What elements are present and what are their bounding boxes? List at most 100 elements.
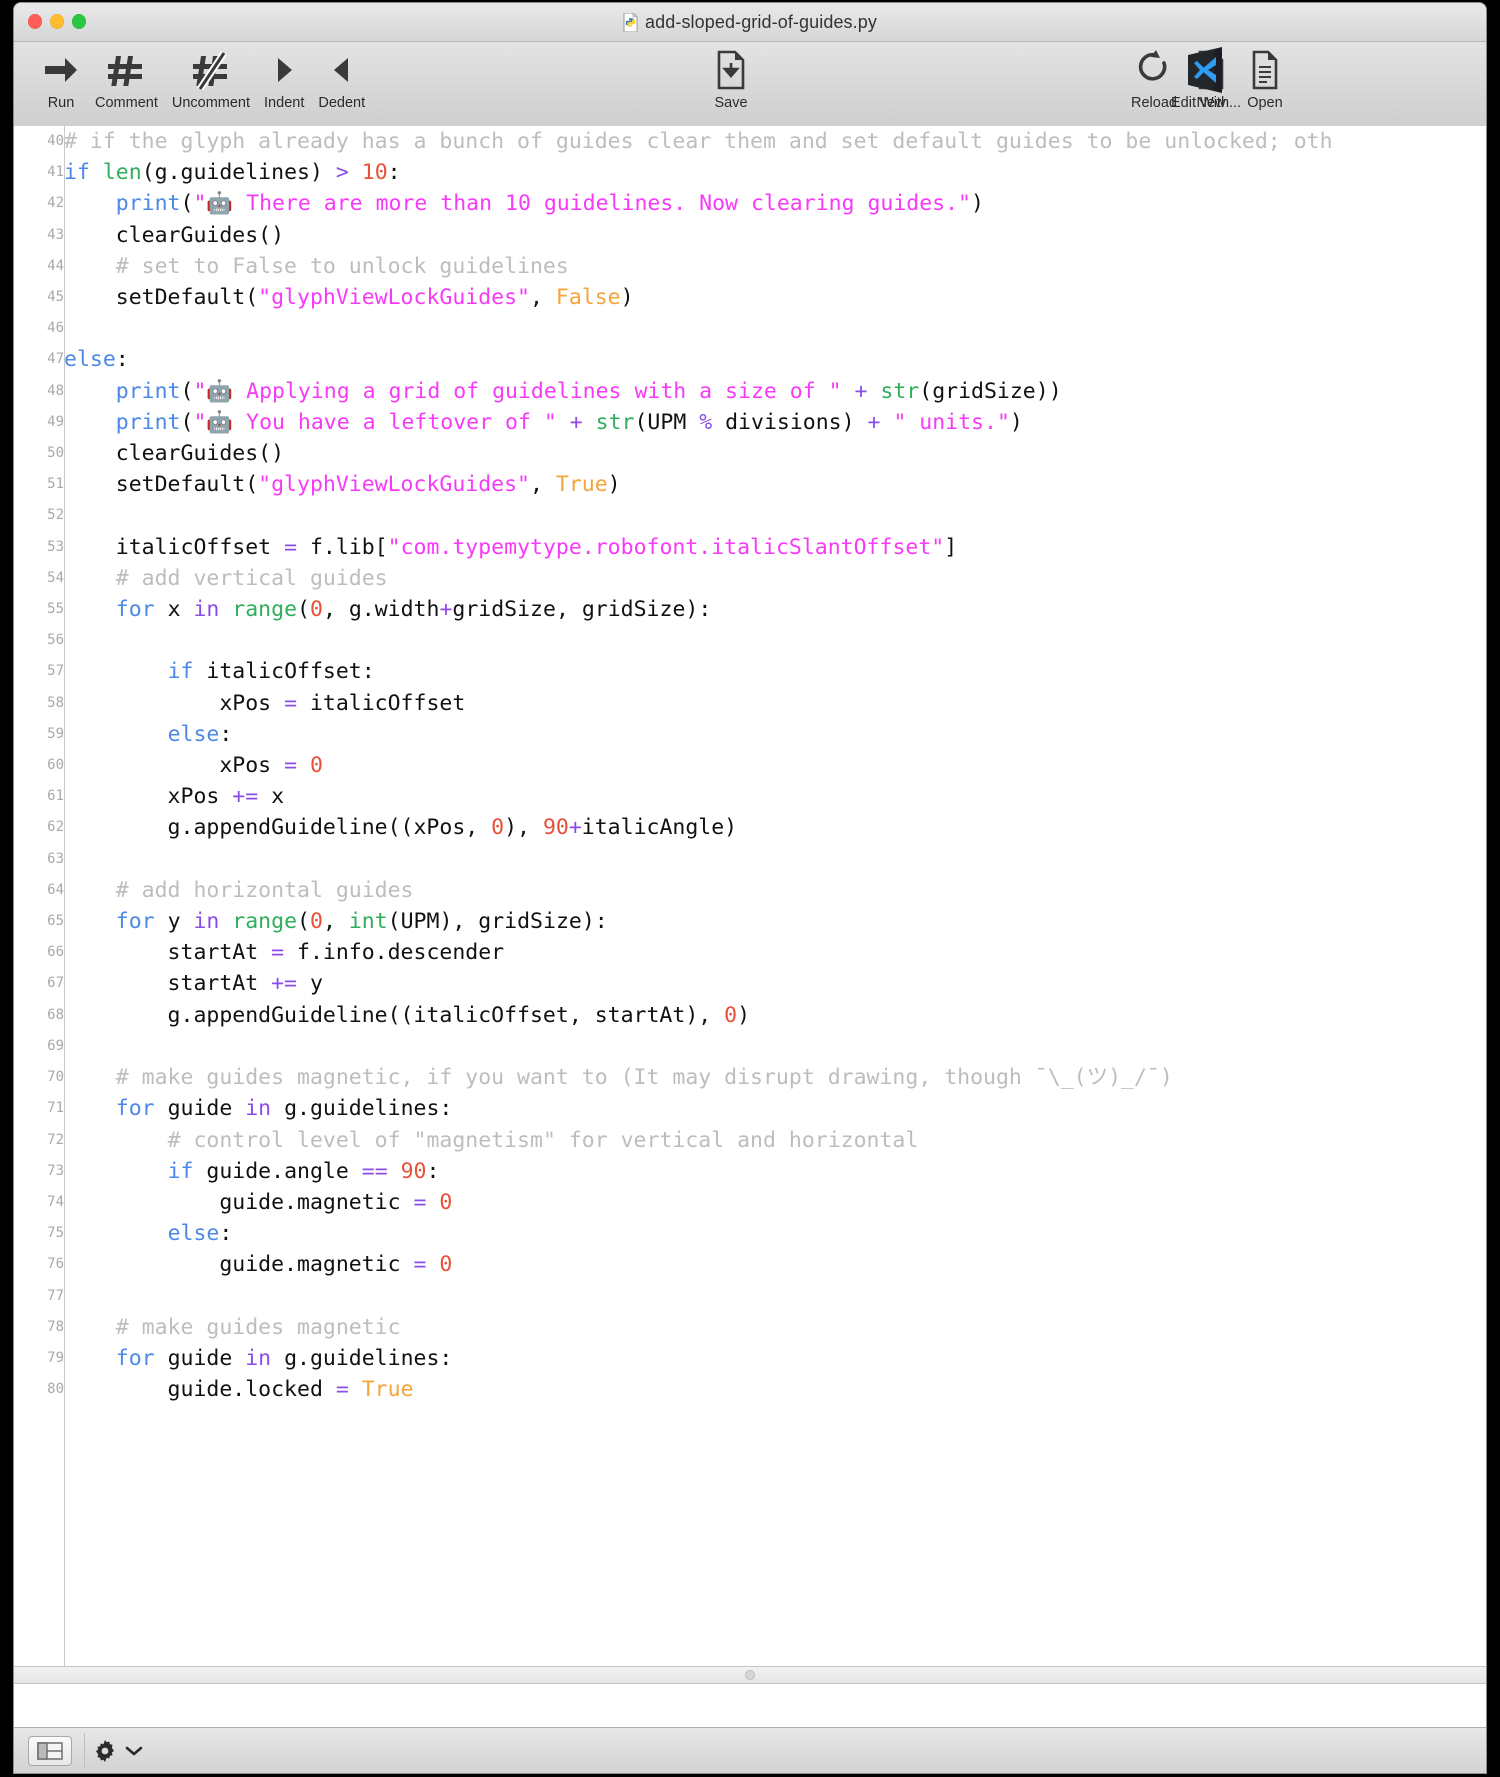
line-source[interactable]: xPos = 0 (64, 750, 1333, 781)
code-line[interactable]: 75 else: (14, 1218, 1333, 1249)
line-number: 40 (47, 133, 64, 149)
line-source[interactable]: # add vertical guides (64, 563, 1333, 594)
line-source[interactable]: else: (64, 344, 1333, 375)
line-source[interactable]: clearGuides() (64, 438, 1333, 469)
code-line[interactable]: 77 (14, 1281, 1333, 1312)
code-line[interactable]: 46 (14, 313, 1333, 344)
line-source[interactable]: startAt = f.info.descender (64, 937, 1333, 968)
line-source[interactable]: for x in range(0, g.width+gridSize, grid… (64, 594, 1333, 625)
line-source[interactable]: # make guides magnetic (64, 1312, 1333, 1343)
code-line[interactable]: 72 # control level of "magnetism" for ve… (14, 1125, 1333, 1156)
line-source[interactable] (64, 313, 1333, 344)
line-number: 50 (47, 445, 64, 462)
code-line[interactable]: 68 g.appendGuideline((italicOffset, star… (14, 1000, 1333, 1031)
line-source[interactable]: print("🤖 There are more than 10 guidelin… (64, 188, 1333, 219)
line-source[interactable]: setDefault("glyphViewLockGuides", False) (64, 282, 1333, 313)
line-source[interactable]: # set to False to unlock guidelines (64, 251, 1333, 282)
window-titlebar[interactable]: add-sloped-grid-of-guides.py (14, 3, 1486, 42)
code-line[interactable]: 51 setDefault("glyphViewLockGuides", Tru… (14, 469, 1333, 500)
code-line[interactable]: 59 else: (14, 719, 1333, 750)
line-source[interactable] (64, 1281, 1333, 1312)
line-source[interactable]: if guide.angle == 90: (64, 1156, 1333, 1187)
line-source[interactable]: guide.magnetic = 0 (64, 1187, 1333, 1218)
line-source[interactable]: print("🤖 Applying a grid of guidelines w… (64, 376, 1333, 407)
scrollbar-knob[interactable] (745, 1670, 755, 1680)
line-source[interactable]: for guide in g.guidelines: (64, 1093, 1333, 1124)
code-line[interactable]: 44 # set to False to unlock guidelines (14, 251, 1333, 282)
code-line[interactable]: 76 guide.magnetic = 0 (14, 1249, 1333, 1280)
code-line[interactable]: 45 setDefault("glyphViewLockGuides", Fal… (14, 282, 1333, 313)
code-editor[interactable]: 40 # if the glyph already has a bunch of … (14, 126, 1486, 1668)
line-source[interactable]: xPos += x (64, 781, 1333, 812)
code-line[interactable]: 61 xPos += x (14, 781, 1333, 812)
line-source[interactable]: print("🤖 You have a leftover of " + str(… (64, 407, 1333, 438)
edit-with-button[interactable]: Edit With... (1164, 46, 1248, 111)
line-source[interactable]: startAt += y (64, 968, 1333, 999)
save-button[interactable]: Save (704, 46, 758, 111)
code-line[interactable]: 79 for guide in g.guidelines: (14, 1343, 1333, 1374)
code-line[interactable]: 43 clearGuides() (14, 220, 1333, 251)
code-line[interactable]: 66 startAt = f.info.descender (14, 937, 1333, 968)
line-source[interactable]: # if the glyph already has a bunch of gu… (64, 126, 1333, 157)
code-line[interactable]: 56 (14, 625, 1333, 656)
code-line[interactable]: 50 clearGuides() (14, 438, 1333, 469)
line-source[interactable]: else: (64, 1218, 1333, 1249)
code-line[interactable]: 78 # make guides magnetic (14, 1312, 1333, 1343)
line-source[interactable]: # make guides magnetic, if you want to (… (64, 1062, 1333, 1093)
code-line[interactable]: 64 # add horizontal guides (14, 875, 1333, 906)
line-source[interactable]: # control level of "magnetism" for verti… (64, 1125, 1333, 1156)
line-source[interactable]: g.appendGuideline((xPos, 0), 90+italicAn… (64, 812, 1333, 843)
code-line[interactable]: 41 if len(g.guidelines) > 10: (14, 157, 1333, 188)
line-source[interactable]: guide.locked = True (64, 1374, 1333, 1405)
code-line[interactable]: 67 startAt += y (14, 968, 1333, 999)
uncomment-button[interactable]: Uncomment (165, 46, 257, 111)
line-source[interactable]: setDefault("glyphViewLockGuides", True) (64, 469, 1333, 500)
code-line[interactable]: 60 xPos = 0 (14, 750, 1333, 781)
line-source[interactable] (64, 844, 1333, 875)
line-source[interactable]: for guide in g.guidelines: (64, 1343, 1333, 1374)
code-line[interactable]: 70 # make guides magnetic, if you want t… (14, 1062, 1333, 1093)
code-line[interactable]: 71 for guide in g.guidelines: (14, 1093, 1333, 1124)
line-source[interactable]: for y in range(0, int(UPM), gridSize): (64, 906, 1333, 937)
line-source[interactable] (64, 1031, 1333, 1062)
line-source[interactable]: g.appendGuideline((italicOffset, startAt… (64, 1000, 1333, 1031)
indent-button[interactable]: Indent (257, 46, 311, 111)
code-line[interactable]: 42 print("🤖 There are more than 10 guide… (14, 188, 1333, 219)
code-line[interactable]: 63 (14, 844, 1333, 875)
line-source[interactable]: xPos = italicOffset (64, 688, 1333, 719)
code-scroll-area[interactable]: 40 # if the glyph already has a bunch of … (14, 126, 1486, 1668)
code-line[interactable]: 48 print("🤖 Applying a grid of guideline… (14, 376, 1333, 407)
code-line[interactable]: 74 guide.magnetic = 0 (14, 1187, 1333, 1218)
line-source[interactable]: else: (64, 719, 1333, 750)
code-line[interactable]: 58 xPos = italicOffset (14, 688, 1333, 719)
line-source[interactable]: guide.magnetic = 0 (64, 1249, 1333, 1280)
code-line[interactable]: 57 if italicOffset: (14, 656, 1333, 687)
code-line[interactable]: 55 for x in range(0, g.width+gridSize, g… (14, 594, 1333, 625)
code-line[interactable]: 40 # if the glyph already has a bunch of … (14, 126, 1333, 157)
line-source[interactable]: if italicOffset: (64, 656, 1333, 687)
code-line[interactable]: 69 (14, 1031, 1333, 1062)
line-source[interactable]: # add horizontal guides (64, 875, 1333, 906)
horizontal-scrollbar[interactable] (14, 1666, 1486, 1684)
dedent-button[interactable]: Dedent (311, 46, 372, 111)
code-line[interactable]: 47 else: (14, 344, 1333, 375)
line-source[interactable]: if len(g.guidelines) > 10: (64, 157, 1333, 188)
code-line[interactable]: 52 (14, 500, 1333, 531)
comment-button[interactable]: Comment (88, 46, 165, 111)
code-token: ), (504, 815, 543, 841)
code-line[interactable]: 73 if guide.angle == 90: (14, 1156, 1333, 1187)
settings-menu-button[interactable] (94, 1739, 143, 1762)
code-line[interactable]: 62 g.appendGuideline((xPos, 0), 90+itali… (14, 812, 1333, 843)
line-source[interactable] (64, 500, 1333, 531)
code-line[interactable]: 65 for y in range(0, int(UPM), gridSize)… (14, 906, 1333, 937)
split-view-toggle-icon[interactable] (28, 1735, 72, 1766)
code-line[interactable]: 53 italicOffset = f.lib["com.typemytype.… (14, 532, 1333, 563)
line-source[interactable] (64, 625, 1333, 656)
code-line[interactable]: 80 guide.locked = True (14, 1374, 1333, 1405)
line-source[interactable]: italicOffset = f.lib["com.typemytype.rob… (64, 532, 1333, 563)
code-line[interactable]: 49 print("🤖 You have a leftover of " + s… (14, 407, 1333, 438)
line-source[interactable]: clearGuides() (64, 220, 1333, 251)
code-line[interactable]: 54 # add vertical guides (14, 563, 1333, 594)
run-button[interactable]: Run (34, 46, 88, 111)
code-token: True (555, 472, 608, 498)
